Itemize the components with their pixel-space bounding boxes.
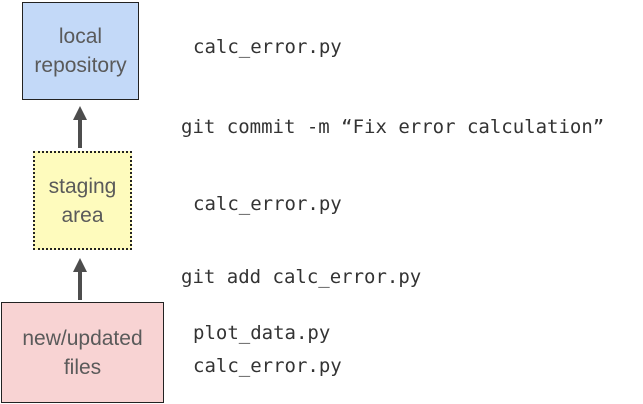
arrow-up-icon	[73, 106, 87, 148]
staging-file-name: calc_error.py	[193, 193, 342, 215]
local-repository-box: local repository	[22, 2, 139, 100]
new-updated-files-label-line2: files	[63, 355, 102, 379]
new-updated-files-label-line1: new/updated	[22, 326, 143, 350]
arrow-up-icon	[73, 258, 87, 300]
git-workflow-diagram: local repository staging area new/update…	[0, 0, 643, 404]
staging-area-box: staging area	[33, 151, 132, 250]
git-commit-command: git commit -m “Fix error calculation”	[181, 116, 605, 138]
git-add-command: git add calc_error.py	[181, 266, 422, 288]
working-file-name: plot_data.py	[193, 322, 331, 344]
local-repository-label-line1: local	[58, 25, 103, 48]
staging-area-label-line2: area	[61, 203, 104, 227]
staging-area-label-line1: staging	[48, 174, 117, 198]
repository-file-name: calc_error.py	[193, 36, 342, 58]
new-updated-files-box: new/updated files	[1, 302, 164, 403]
working-file-name: calc_error.py	[193, 355, 342, 377]
local-repository-label-line2: repository	[34, 54, 127, 77]
